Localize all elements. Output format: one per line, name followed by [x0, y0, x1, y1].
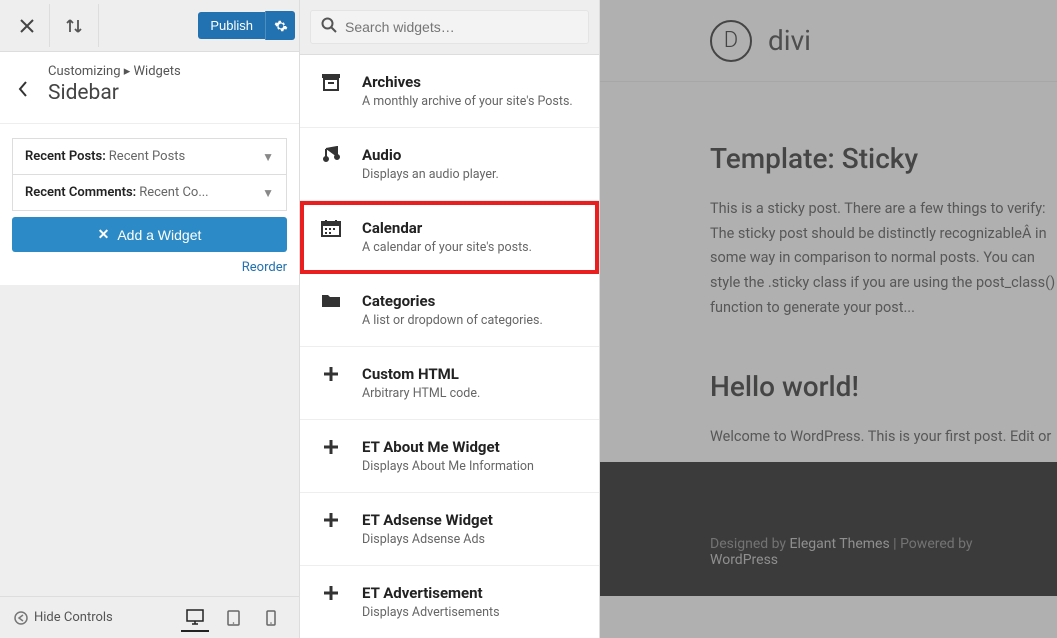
- widget-item-title: Categories: [362, 292, 585, 310]
- archives-icon: [318, 73, 344, 91]
- close-button[interactable]: [4, 3, 49, 48]
- widget-item-title: Audio: [362, 146, 585, 164]
- widget-item-description: Arbitrary HTML code.: [362, 386, 585, 401]
- widget-item-title: Custom HTML: [362, 365, 585, 383]
- widget-item-title: Archives: [362, 73, 585, 91]
- widget-item-description: Displays Adsense Ads: [362, 532, 585, 547]
- plus-icon: [318, 438, 344, 456]
- add-widget-button[interactable]: ✕ Add a Widget: [12, 217, 287, 252]
- plus-icon: [318, 584, 344, 602]
- search-input[interactable]: [345, 19, 578, 35]
- divider: [98, 4, 99, 47]
- available-widget-item[interactable]: ET Adsense Widget Displays Adsense Ads: [300, 493, 599, 566]
- widget-item-title: ET Advertisement: [362, 584, 585, 602]
- add-widget-label: Add a Widget: [117, 227, 201, 243]
- widget-text: Categories A list or dropdown of categori…: [362, 292, 585, 328]
- sidebar-empty-area: [0, 285, 299, 596]
- widget-item-description: A list or dropdown of categories.: [362, 313, 585, 328]
- widget-item-title: ET Adsense Widget: [362, 511, 585, 529]
- available-widget-item[interactable]: ET Advertisement Displays Advertisements: [300, 566, 599, 638]
- hide-controls-button[interactable]: Hide Controls: [14, 610, 113, 625]
- plus-icon: [318, 365, 344, 383]
- publish-settings-button[interactable]: [265, 11, 295, 40]
- widget-text: ET Advertisement Displays Advertisements: [362, 584, 585, 620]
- widget-row[interactable]: Recent Comments: Recent Co... ▼: [12, 174, 287, 211]
- back-button[interactable]: [4, 70, 42, 108]
- widget-picker: Archives A monthly archive of your site's…: [300, 0, 600, 638]
- widget-row-title: Recent Comments:: [25, 185, 136, 200]
- available-widget-item[interactable]: ET About Me Widget Displays About Me Info…: [300, 420, 599, 493]
- breadcrumb: Customizing ▸ Widgets: [48, 64, 279, 79]
- widget-text: Custom HTML Arbitrary HTML code.: [362, 365, 585, 401]
- chevron-down-icon: ▼: [262, 186, 274, 200]
- widget-item-description: Displays an audio player.: [362, 167, 585, 182]
- publish-group: Publish: [198, 11, 295, 40]
- widget-item-description: A calendar of your site's posts.: [362, 240, 585, 255]
- widget-item-description: A monthly archive of your site's Posts.: [362, 94, 585, 109]
- widget-text: Archives A monthly archive of your site's…: [362, 73, 585, 109]
- audio-icon: [318, 146, 344, 164]
- customizer-sidebar: Publish Customizing ▸ Widgets Sidebar Re…: [0, 0, 300, 638]
- preview-pane: D divi Template: Sticky This is a sticky…: [600, 0, 1057, 638]
- widget-item-description: Displays About Me Information: [362, 459, 585, 474]
- hide-controls-label: Hide Controls: [34, 610, 113, 625]
- available-widget-item[interactable]: Categories A list or dropdown of categori…: [300, 274, 599, 347]
- publish-button[interactable]: Publish: [198, 12, 265, 39]
- reorder-link[interactable]: Reorder: [242, 260, 287, 275]
- search-icon: [321, 17, 337, 37]
- plus-icon: [318, 511, 344, 529]
- device-desktop-button[interactable]: [181, 604, 209, 632]
- preview-dim-overlay: [600, 0, 1057, 638]
- sort-icon[interactable]: [50, 3, 98, 48]
- available-widget-item[interactable]: Audio Displays an audio player.: [300, 128, 599, 201]
- categories-icon: [318, 292, 344, 308]
- available-widget-item[interactable]: Custom HTML Arbitrary HTML code.: [300, 347, 599, 420]
- reorder-link-wrap: Reorder: [12, 260, 287, 275]
- panel-body: Recent Posts: Recent Posts ▼ Recent Comm…: [0, 124, 299, 285]
- panel-header: Customizing ▸ Widgets Sidebar: [0, 52, 299, 124]
- widget-row-subtitle: Recent Co...: [139, 185, 208, 200]
- close-icon: ✕: [98, 226, 110, 243]
- device-mobile-button[interactable]: [257, 604, 285, 632]
- customizer-topbar: Publish: [0, 0, 299, 52]
- widget-row-title: Recent Posts:: [25, 149, 106, 164]
- widget-text: ET About Me Widget Displays About Me Info…: [362, 438, 585, 474]
- widget-item-description: Displays Advertisements: [362, 605, 585, 620]
- available-widget-list: Archives A monthly archive of your site's…: [300, 55, 599, 638]
- search-field-wrap[interactable]: [310, 10, 589, 44]
- available-widget-item[interactable]: Archives A monthly archive of your site's…: [300, 55, 599, 128]
- widget-text: ET Adsense Widget Displays Adsense Ads: [362, 511, 585, 547]
- chevron-down-icon: ▼: [262, 150, 274, 164]
- calendar-icon: [318, 219, 344, 237]
- widget-text: Audio Displays an audio player.: [362, 146, 585, 182]
- customizer-footer: Hide Controls: [0, 596, 299, 638]
- device-tablet-button[interactable]: [219, 604, 247, 632]
- widget-item-title: ET About Me Widget: [362, 438, 585, 456]
- widget-row-subtitle: Recent Posts: [109, 149, 185, 164]
- widget-row[interactable]: Recent Posts: Recent Posts ▼: [12, 138, 287, 175]
- available-widget-item[interactable]: Calendar A calendar of your site's posts.: [300, 201, 599, 274]
- widget-item-title: Calendar: [362, 219, 585, 237]
- panel-title: Sidebar: [48, 81, 279, 105]
- widget-text: Calendar A calendar of your site's posts.: [362, 219, 585, 255]
- search-container: [300, 0, 599, 55]
